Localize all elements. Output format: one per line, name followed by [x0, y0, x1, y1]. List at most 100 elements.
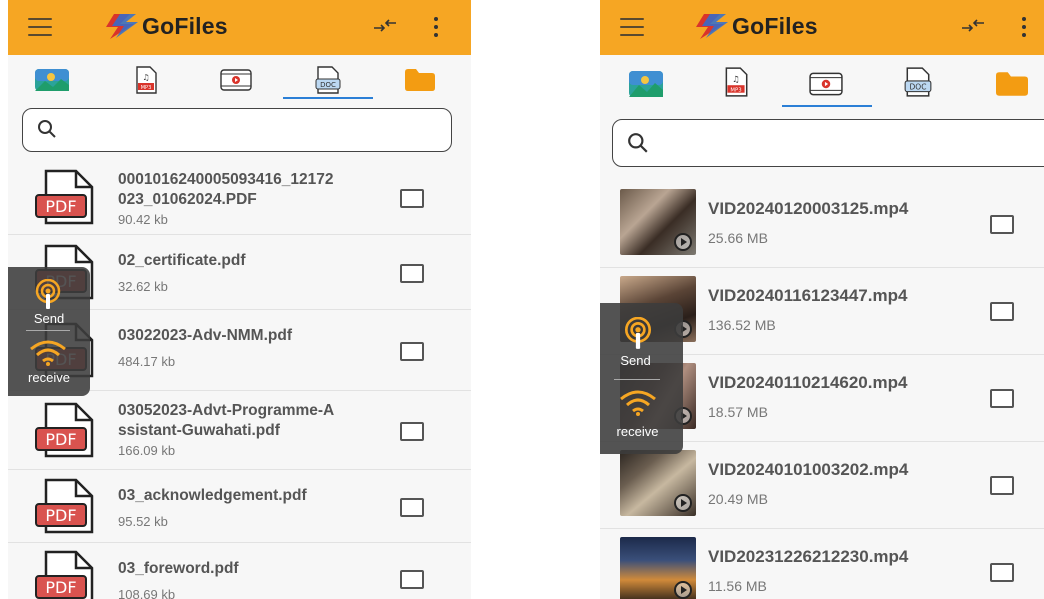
video-name[interactable]: VID20240116123447.mp4 — [708, 286, 907, 306]
video-thumbnail[interactable] — [620, 537, 696, 599]
tab-documents[interactable]: DOC — [898, 67, 938, 97]
pdf-icon-label: PDF — [45, 506, 76, 525]
select-checkbox[interactable] — [400, 264, 424, 283]
folder-icon — [996, 72, 1028, 96]
video-row[interactable]: VID20240120003125.mp4 25.66 MB — [600, 181, 1044, 268]
file-size: 32.62 kb — [118, 279, 168, 294]
pdf-file-icon: PDF — [35, 550, 94, 599]
phone-screen-documents: GoFiles ♫ MP3 DOC PDF 000101624000509341… — [8, 0, 471, 599]
select-checkbox[interactable] — [990, 215, 1014, 234]
file-name-continued[interactable]: 023_01062024.PDF — [118, 190, 398, 210]
play-icon — [674, 581, 692, 599]
swap-icon[interactable] — [372, 16, 398, 36]
tab-images[interactable] — [626, 69, 666, 99]
lightning-logo-icon — [696, 14, 728, 39]
active-tab-indicator — [283, 97, 373, 99]
send-broadcast-icon[interactable] — [622, 317, 654, 351]
file-name[interactable]: 0001016240005093416_12172 — [118, 170, 398, 190]
more-options-icon[interactable] — [1021, 17, 1027, 37]
file-name-continued[interactable]: ssistant-Guwahati.pdf — [118, 421, 398, 441]
tab-videos[interactable] — [216, 65, 256, 95]
pdf-file-icon: PDF — [35, 169, 94, 225]
search-input[interactable] — [73, 117, 439, 143]
video-name[interactable]: VID20240101003202.mp4 — [708, 460, 908, 480]
select-checkbox[interactable] — [990, 476, 1014, 495]
tab-folders[interactable] — [992, 69, 1032, 99]
search-input[interactable] — [663, 131, 1042, 157]
tab-music[interactable]: ♫ MP3 — [716, 67, 756, 97]
image-icon — [35, 69, 69, 91]
select-checkbox[interactable] — [400, 422, 424, 441]
active-tab-indicator — [782, 105, 872, 107]
search-bar[interactable] — [22, 108, 452, 152]
app-title: GoFiles — [732, 12, 818, 39]
file-name[interactable]: 03_foreword.pdf — [118, 559, 398, 579]
pdf-file-icon: PDF — [35, 478, 94, 534]
file-size: 484.17 kb — [118, 354, 176, 369]
select-checkbox[interactable] — [990, 302, 1014, 321]
more-options-icon[interactable] — [433, 17, 439, 37]
video-name[interactable]: VID20240120003125.mp4 — [708, 199, 908, 219]
video-thumbnail[interactable] — [620, 189, 696, 255]
video-name[interactable]: VID20240110214620.mp4 — [708, 373, 907, 393]
video-size: 20.49 MB — [708, 491, 768, 507]
app-bar: GoFiles — [8, 0, 471, 55]
svg-text:♫: ♫ — [142, 73, 149, 82]
send-label[interactable]: Send — [8, 311, 90, 326]
swap-icon[interactable] — [960, 16, 986, 36]
tab-videos[interactable] — [806, 69, 846, 99]
svg-text:♫: ♫ — [732, 75, 740, 85]
select-checkbox[interactable] — [400, 570, 424, 589]
select-checkbox[interactable] — [400, 498, 424, 517]
app-title: GoFiles — [142, 12, 228, 39]
music-file-icon: ♫ MP3 — [725, 67, 748, 97]
play-icon — [674, 233, 692, 251]
file-name[interactable]: 03052023-Advt-Programme-A — [118, 401, 398, 421]
tab-music[interactable]: ♫ MP3 — [126, 65, 166, 95]
send-broadcast-icon[interactable] — [33, 279, 63, 311]
svg-text:DOC: DOC — [910, 83, 927, 92]
app-bar: GoFiles — [600, 0, 1044, 55]
file-name[interactable]: 03_acknowledgement.pdf — [118, 486, 398, 506]
lightning-logo-icon — [106, 14, 138, 39]
send-receive-panel: Send receive — [8, 267, 90, 396]
video-size: 136.52 MB — [708, 317, 776, 333]
receive-label[interactable]: receive — [600, 424, 679, 439]
video-row[interactable]: VID20240101003202.mp4 20.49 MB — [600, 442, 1044, 529]
file-row[interactable]: PDF 03_acknowledgement.pdf 95.52 kb — [8, 470, 471, 543]
music-file-icon: ♫ MP3 — [136, 66, 157, 94]
image-icon — [629, 71, 663, 97]
file-row[interactable]: PDF 0001016240005093416_12172 023_01062024… — [8, 160, 471, 235]
search-icon — [38, 120, 56, 138]
tab-folders[interactable] — [400, 65, 440, 95]
video-name[interactable]: VID20231226212230.mp4 — [708, 547, 908, 567]
video-thumbnail[interactable] — [620, 450, 696, 516]
pdf-icon-label: PDF — [45, 578, 76, 597]
select-checkbox[interactable] — [990, 389, 1014, 408]
receive-label[interactable]: receive — [8, 370, 90, 385]
video-row[interactable]: VID20231226212230.mp4 11.56 MB — [600, 529, 1044, 599]
hamburger-menu-icon[interactable] — [620, 18, 644, 36]
file-row[interactable]: PDF 03_foreword.pdf 108.69 kb — [8, 543, 471, 599]
select-checkbox[interactable] — [400, 342, 424, 361]
send-label[interactable]: Send — [600, 353, 677, 368]
folder-icon — [405, 69, 435, 91]
file-name[interactable]: 03022023-Adv-NMM.pdf — [118, 326, 398, 346]
receive-wifi-icon[interactable] — [28, 339, 68, 367]
receive-wifi-icon[interactable] — [618, 389, 658, 417]
tab-images[interactable] — [32, 65, 72, 95]
select-checkbox[interactable] — [990, 563, 1014, 582]
send-receive-panel: Send receive — [600, 303, 683, 454]
hamburger-menu-icon[interactable] — [28, 18, 52, 36]
play-icon — [674, 494, 692, 512]
overlay-divider — [614, 379, 660, 380]
file-row[interactable]: PDF 03052023-Advt-Programme-A ssistant-Guw… — [8, 391, 471, 470]
select-checkbox[interactable] — [400, 189, 424, 208]
svg-text:DOC: DOC — [320, 81, 336, 89]
search-icon — [628, 133, 648, 153]
search-bar[interactable] — [612, 119, 1044, 167]
pdf-icon-label: PDF — [45, 197, 76, 216]
file-name[interactable]: 02_certificate.pdf — [118, 251, 398, 271]
app-logo: GoFiles — [690, 12, 818, 40]
tab-documents[interactable]: DOC — [308, 65, 348, 95]
